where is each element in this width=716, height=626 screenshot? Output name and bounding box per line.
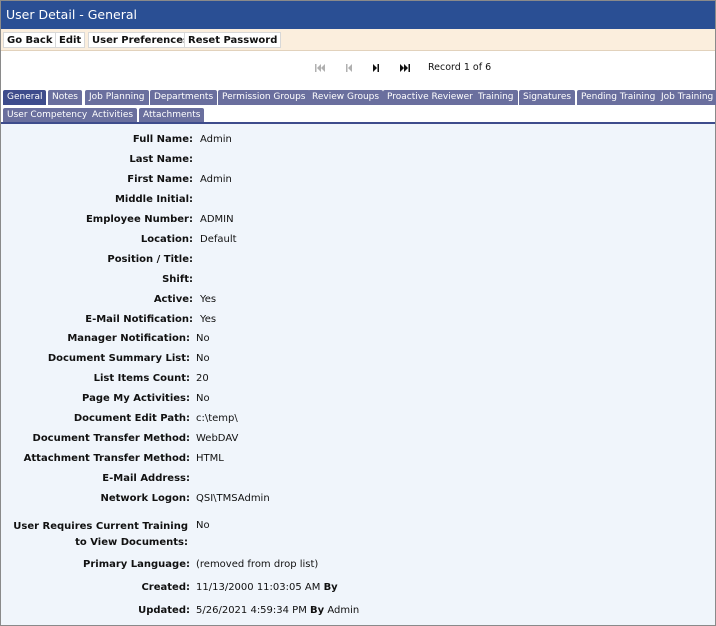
field-label: Active: [153,294,193,305]
field-label: Shift: [162,274,193,285]
field-label: Primary Language: [83,559,190,570]
field-label: E-Mail Address: [102,473,190,484]
created-by-label: By [323,582,338,593]
field-value: WebDAV [196,433,239,444]
tab-review-groups[interactable]: Review Groups [308,90,384,105]
field-value: 11/13/2000 11:03:05 AM By [196,582,338,593]
field-label: Network Logon: [100,493,191,504]
field-label: E-Mail Notification: [85,314,193,325]
field-label: Document Edit Path: [73,413,190,424]
field-value: Yes [200,294,217,305]
field-label: Created: [141,582,190,593]
field-label: Page My Activities: [82,393,190,404]
field-label: Document Transfer Method: [32,433,190,444]
record-counter: Record 1 of 6 [428,62,492,73]
toolbar: Go Back Edit User Preferences Reset Pass… [1,29,715,51]
tab-pending-training[interactable]: Pending Training [577,90,660,105]
field-label: Attachment Transfer Method: [23,453,190,464]
field-label: Full Name: [132,134,193,145]
field-label: Position / Title: [107,254,193,265]
field-value: No [196,393,210,404]
tab-permission-groups[interactable]: Permission Groups [218,90,310,105]
field-label: Middle Initial: [114,194,193,205]
tab-training[interactable]: Training [474,90,518,105]
go-back-button[interactable]: Go Back [3,32,57,48]
field-value: (removed from drop list) [196,559,319,570]
field-value: QSI\TMSAdmin [196,493,270,504]
tab-signatures[interactable]: Signatures [519,90,576,105]
field-label: Manager Notification: [67,333,190,344]
field-label: Employee Number: [85,214,193,225]
tab-activities[interactable]: Activities [88,108,138,123]
updated-date: 5/26/2021 4:59:34 PM [196,605,307,616]
created-date: 11/13/2000 11:03:05 AM [196,582,321,593]
field-value: c:\temp\ [196,413,238,424]
field-value: Default [200,234,237,245]
field-value: 20 [196,373,209,384]
tab-notes[interactable]: Notes [48,90,82,105]
field-value: No [196,520,210,531]
field-label: List Items Count: [93,373,190,384]
first-record-icon[interactable] [313,61,327,75]
tab-job-training[interactable]: Job Training [657,90,716,105]
tab-general[interactable]: General [3,90,47,105]
previous-record-icon[interactable] [342,61,356,75]
user-preferences-button[interactable]: User Preferences [88,32,193,48]
field-value: Yes [200,314,217,325]
record-navigator: Record 1 of 6 [1,51,715,88]
tab-proactive-reviewer[interactable]: Proactive Reviewer [383,90,477,105]
field-value: HTML [196,453,224,464]
reset-password-button[interactable]: Reset Password [184,32,282,48]
tab-user-competency[interactable]: User Competency [3,108,92,123]
field-label: First Name: [127,174,193,185]
updated-by-label: By [310,605,325,616]
field-value: No [196,353,210,364]
field-label: Document Summary List: [47,353,190,364]
updated-by: Admin [327,605,360,616]
last-record-icon[interactable] [398,61,412,75]
edit-button[interactable]: Edit [55,32,86,48]
window-title: User Detail - General [1,1,715,29]
tab-departments[interactable]: Departments [150,90,218,105]
field-value: Admin [200,134,232,145]
general-details-panel: Full Name: Admin Last Name: First Name: … [1,122,715,625]
field-label: Updated: [138,605,190,616]
field-value: No [196,333,210,344]
tab-attachments[interactable]: Attachments [139,108,205,123]
user-detail-window: User Detail - General Go Back Edit User … [0,0,716,626]
field-value: 5/26/2021 4:59:34 PM By Admin [196,605,359,616]
field-value: Admin [200,174,232,185]
field-label: Location: [140,234,193,245]
tab-job-planning[interactable]: Job Planning [85,90,149,105]
field-label: User Requires Current Training to View D… [13,521,188,548]
next-record-icon[interactable] [369,61,383,75]
field-label: Last Name: [129,154,193,165]
field-value: ADMIN [200,214,234,225]
